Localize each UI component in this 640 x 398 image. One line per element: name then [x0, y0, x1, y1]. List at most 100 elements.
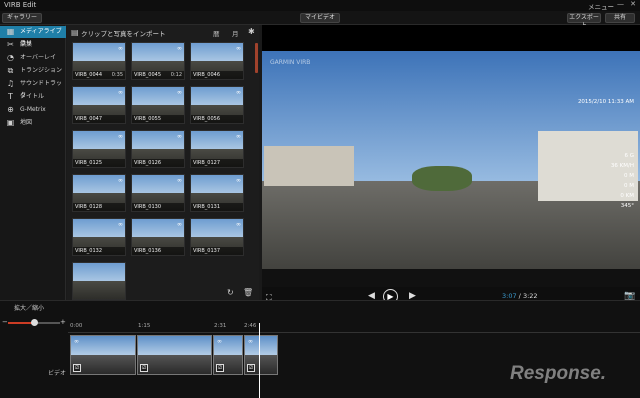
media-thumbnail[interactable]: ∞ VIRB_0055	[131, 86, 185, 124]
video-viewer: GARMIN VIRB 2015/2/10 11:33 AM 6 G 36 KM/H…	[262, 25, 640, 304]
playhead[interactable]	[259, 323, 260, 398]
refresh-icon[interactable]: ↻	[227, 288, 234, 297]
thumbnail-caption: VIRB_0132	[73, 247, 125, 255]
my-video-button[interactable]: マイビデオ	[300, 13, 340, 23]
media-scrollbar[interactable]	[255, 43, 258, 73]
share-button[interactable]: 共有	[605, 13, 635, 23]
close-icon[interactable]: ✕	[630, 0, 636, 8]
sidebar-item-label: 地図	[20, 119, 33, 126]
thumbnail-caption: VIRB_0127	[191, 159, 243, 167]
ruler-tick-label: 0:00	[70, 323, 83, 329]
thumbnail-caption: VIRB_0125	[73, 159, 125, 167]
overlay-gauge: 36 KM/H	[610, 163, 634, 169]
sidebar-item-1[interactable]: ✂ 編集	[0, 39, 66, 51]
export-button[interactable]: エクスポート	[567, 13, 601, 29]
media-thumbnail[interactable]: ∞ VIRB_0047	[72, 86, 126, 124]
sidebar-item-6[interactable]: ⊕ G-Metrix	[0, 104, 66, 116]
timeline-clip[interactable]: ∞ ⧄	[244, 335, 278, 375]
media-thumbnail[interactable]: ∞ VIRB_0046	[190, 42, 244, 80]
timecode: 3:07 / 3:22	[502, 292, 538, 300]
ruler-tick-label: 2:46	[244, 323, 257, 329]
media-thumbnail[interactable]: ∞ VIRB_0056	[190, 86, 244, 124]
zoom-in-icon[interactable]: +	[60, 318, 66, 326]
clip-sky	[71, 336, 135, 355]
media-thumbnail[interactable]: ∞ VIRB_0127	[190, 130, 244, 168]
media-thumbnail[interactable]: ∞ VIRB_0130	[131, 174, 185, 212]
sidebar-item-4[interactable]: ♫ サウンドトラック	[0, 78, 66, 99]
menu-button[interactable]: メニュー	[588, 1, 614, 11]
preview-building	[264, 146, 354, 186]
media-thumbnail[interactable]: ∞ VIRB_0045 0:12	[131, 42, 185, 80]
thumbnail-caption: VIRB_0128	[73, 203, 125, 211]
gmetrix-icon: ⊕	[7, 105, 14, 114]
trash-icon[interactable]: 🗑	[243, 288, 253, 297]
zoom-out-icon[interactable]: −	[2, 318, 8, 326]
clip-badge: ∞	[248, 338, 253, 345]
zoom-slider-knob[interactable]	[31, 319, 38, 326]
thumbnail-duration: 0:35	[111, 72, 123, 78]
calendar-view-toggle[interactable]: 暦	[213, 28, 220, 38]
overlay-gauge: 0 M	[624, 183, 634, 189]
loop-badge-icon: ∞	[236, 89, 241, 96]
timeline-clip[interactable]: ∞ ⧄	[70, 335, 136, 375]
media-thumbnail[interactable]: ∞ VIRB_0044 0:35	[72, 42, 126, 80]
preview-dashboard	[262, 269, 640, 287]
loop-badge-icon: ∞	[118, 221, 123, 228]
loop-badge-icon: ∞	[177, 45, 182, 52]
import-header[interactable]: クリップと写真をインポート	[81, 28, 166, 38]
clip-sky	[138, 336, 211, 355]
thumbnail-caption: VIRB_0055	[132, 115, 184, 123]
music-icon: ♫	[6, 79, 15, 88]
month-view-toggle[interactable]: 月	[232, 28, 239, 38]
import-icon: ▤	[71, 28, 79, 37]
thumbnail-caption: VIRB_0126	[132, 159, 184, 167]
clip-marker[interactable]: ⧄	[73, 364, 81, 372]
clip-marker[interactable]: ⧄	[140, 364, 148, 372]
player-controls	[262, 287, 640, 300]
loop-badge-icon: ∞	[177, 89, 182, 96]
app-title: VIRB Edit	[4, 1, 37, 9]
sidebar-item-label: G-Metrix	[20, 106, 46, 113]
gauge-icon: ◔	[7, 53, 14, 62]
timeline-clip[interactable]: ∞ ⧄	[213, 335, 243, 375]
sidebar-item-0[interactable]: ▦ メディアライブラリ	[0, 26, 66, 47]
media-thumbnail[interactable]: ∞ VIRB_0137	[190, 218, 244, 256]
clip-road	[138, 355, 211, 374]
sidebar-item-3[interactable]: ⧉ トランジション	[0, 65, 66, 77]
clip-marker[interactable]: ⧄	[216, 364, 224, 372]
thumbnail-caption: VIRB_0056	[191, 115, 243, 123]
top-toolbar: ギャラリー マイビデオ エクスポート 共有	[0, 11, 640, 29]
media-thumbnail[interactable]: ∞ VIRB_0128	[72, 174, 126, 212]
zoom-label: 拡大／縮小	[14, 305, 45, 312]
clip-marker[interactable]: ⧄	[247, 364, 255, 372]
media-thumbnail[interactable]: ∞ VIRB_0136	[131, 218, 185, 256]
loop-badge-icon: ∞	[177, 177, 182, 184]
media-thumbnail[interactable]: ∞ VIRB_0131	[190, 174, 244, 212]
sidebar-item-2[interactable]: ◔ オーバーレイ	[0, 52, 66, 64]
loop-badge-icon: ∞	[236, 221, 241, 228]
time-ruler[interactable]: 0:00 1:15 2:31 2:46	[68, 323, 640, 333]
thumbnail-caption: VIRB_0046	[191, 71, 243, 79]
video-preview[interactable]: GARMIN VIRB 2015/2/10 11:33 AM 6 G 36 KM/H…	[262, 51, 640, 287]
loop-badge-icon: ∞	[118, 177, 123, 184]
sidebar-item-7[interactable]: ▣ 地図	[0, 117, 66, 129]
loop-badge-icon: ∞	[236, 45, 241, 52]
minimize-icon[interactable]: —	[617, 0, 624, 8]
media-thumbnail[interactable]	[72, 262, 126, 300]
media-library-panel: ▤ クリップと写真をインポート 暦 月 ✱ ↻ 🗑 ∞ VIRB_0044 0:35…	[67, 25, 259, 300]
media-thumbnail[interactable]: ∞ VIRB_0132	[72, 218, 126, 256]
timeline-clip[interactable]: ⧄	[137, 335, 212, 375]
media-thumbnail[interactable]: ∞ VIRB_0125	[72, 130, 126, 168]
media-thumbnail[interactable]: ∞ VIRB_0126	[131, 130, 185, 168]
loop-badge-icon: ∞	[177, 133, 182, 140]
gallery-button[interactable]: ギャラリー	[2, 13, 42, 23]
loop-badge-icon: ∞	[236, 177, 241, 184]
sidebar-item-label: トランジション	[20, 67, 63, 74]
clip-badge: ∞	[74, 338, 79, 345]
transition-icon: ⧉	[7, 66, 14, 75]
map-icon: ▣	[6, 118, 15, 127]
loop-badge-icon: ∞	[118, 133, 123, 140]
gear-icon[interactable]: ✱	[248, 27, 255, 36]
overlay-gauge: 6 G	[624, 153, 634, 159]
sidebar-item-5[interactable]: T タイトル	[0, 91, 66, 103]
